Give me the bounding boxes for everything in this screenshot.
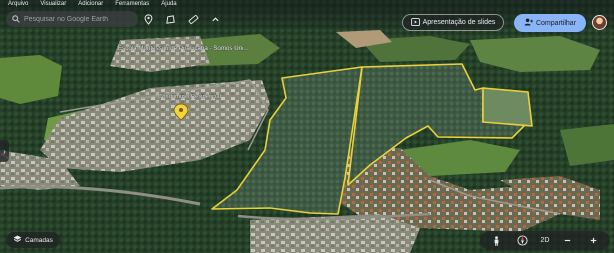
pegman-icon[interactable] bbox=[490, 234, 504, 248]
slideshow-icon bbox=[410, 17, 420, 28]
satellite-map[interactable]: Escola Montessori de Piracicaba - Somos … bbox=[0, 0, 614, 253]
share-label: Compartilhar bbox=[535, 19, 577, 27]
menu-bar: Arquivo Visualizar Adicionar Ferramentas… bbox=[0, 0, 614, 8]
menu-item-file[interactable]: Arquivo bbox=[8, 0, 28, 8]
compass-icon[interactable] bbox=[515, 234, 529, 248]
avatar[interactable] bbox=[592, 15, 607, 30]
side-panel-toggle[interactable]: › bbox=[0, 140, 9, 162]
search-box[interactable] bbox=[6, 11, 138, 27]
location-pin-icon[interactable] bbox=[141, 12, 155, 26]
minus-icon[interactable] bbox=[561, 234, 575, 248]
share-button[interactable]: Compartilhar bbox=[514, 14, 586, 32]
person-add-icon bbox=[524, 18, 533, 28]
toolbar: Apresentação de slides Compartilhar bbox=[0, 8, 614, 32]
layers-button[interactable]: Camadas bbox=[6, 232, 60, 248]
layers-label: Camadas bbox=[25, 236, 53, 244]
search-icon bbox=[12, 10, 20, 28]
slideshow-label: Apresentação de slides bbox=[422, 19, 496, 26]
menu-item-help[interactable]: Ajuda bbox=[161, 0, 176, 8]
place-label-condo[interactable]: Condomínio Residencial bbox=[158, 94, 221, 100]
ruler-icon[interactable] bbox=[186, 12, 200, 26]
search-input[interactable] bbox=[24, 15, 134, 23]
view-mode-readout[interactable]: 2D bbox=[541, 237, 550, 244]
menu-item-view[interactable]: Visualizar bbox=[40, 0, 66, 8]
place-label-school[interactable]: Escola Montessori de Piracicaba - Somos … bbox=[118, 45, 249, 52]
menu-item-add[interactable]: Adicionar bbox=[78, 0, 103, 8]
navigation-controls: 2D bbox=[480, 231, 610, 250]
slideshow-button[interactable]: Apresentação de slides bbox=[402, 14, 504, 31]
grass-field bbox=[0, 55, 62, 104]
parcel-area[interactable] bbox=[483, 88, 532, 126]
menu-item-tools[interactable]: Ferramentas bbox=[115, 0, 149, 8]
layers-icon bbox=[13, 235, 22, 245]
plus-icon[interactable] bbox=[586, 234, 600, 248]
polygon-icon[interactable] bbox=[163, 12, 177, 26]
chevron-up-icon[interactable] bbox=[208, 12, 222, 26]
chevron-right-icon: › bbox=[3, 146, 6, 156]
